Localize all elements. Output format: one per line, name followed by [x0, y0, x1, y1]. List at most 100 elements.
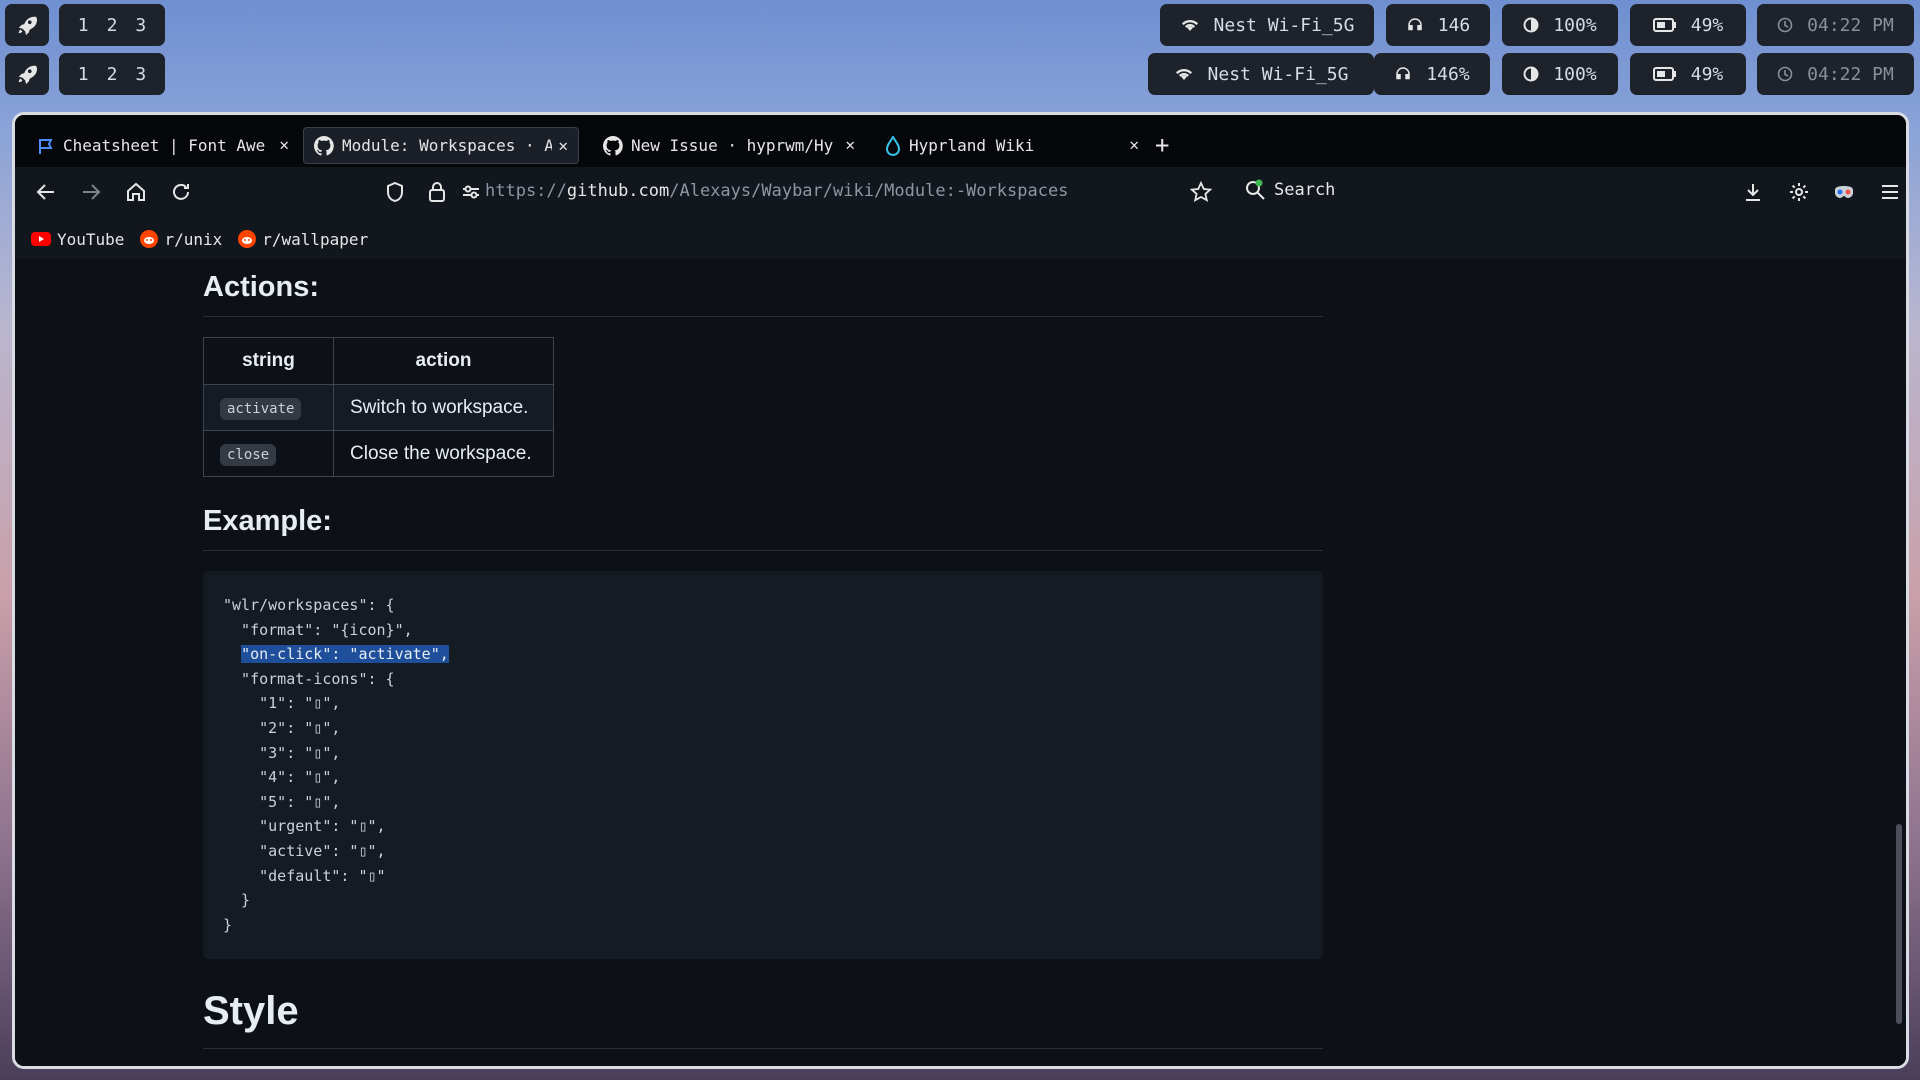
- code-line: "default": "▯": [223, 866, 386, 885]
- menu-icon[interactable]: [1879, 181, 1901, 203]
- brightness-module[interactable]: 100%: [1502, 53, 1618, 95]
- workspace-3[interactable]: 3: [135, 15, 146, 36]
- back-arrow-icon[interactable]: [35, 181, 57, 203]
- browser-window: Cheatsheet | Font Awe ✕ Module: Workspac…: [12, 112, 1909, 1069]
- page-content: Actions: string action activate Switch t…: [15, 259, 1906, 1066]
- workspace-2[interactable]: 2: [107, 15, 118, 36]
- bookmark-r-unix[interactable]: r/unix: [140, 230, 222, 249]
- launcher-button[interactable]: [5, 4, 49, 46]
- new-tab-button[interactable]: +: [1155, 133, 1169, 157]
- lock-icon[interactable]: [428, 181, 446, 203]
- extension-mask-icon[interactable]: [1833, 181, 1855, 203]
- column-header: action: [333, 337, 554, 385]
- url-bar[interactable]: https://github.com/Alexays/Waybar/wiki/M…: [485, 181, 1068, 201]
- volume-value: 146%: [1426, 63, 1470, 85]
- volume-module[interactable]: 146%: [1374, 53, 1490, 95]
- gear-icon[interactable]: [1788, 181, 1810, 203]
- search-label: Search: [1274, 180, 1336, 200]
- wifi-icon: [1175, 68, 1192, 80]
- bookmarks-bar: YouTube r/unix r/wallpaper: [15, 219, 1906, 259]
- wifi-module[interactable]: Nest Wi-Fi_5G: [1160, 4, 1374, 46]
- volume-module[interactable]: 146: [1386, 4, 1490, 46]
- bookmark-youtube[interactable]: YouTube: [31, 230, 124, 249]
- tab-title: New Issue · hyprwm/Hy: [631, 136, 834, 155]
- clock-icon: [1777, 66, 1793, 82]
- reddit-icon: [140, 230, 159, 248]
- code-line: "3": "▯",: [223, 743, 341, 762]
- code-line: "format-icons": {: [223, 669, 395, 688]
- bookmark-label: YouTube: [57, 229, 125, 249]
- brightness-value: 100%: [1553, 63, 1597, 85]
- battery-value: 49%: [1690, 14, 1724, 36]
- permissions-icon[interactable]: [461, 181, 481, 203]
- code-line: "active": "▯",: [223, 841, 386, 860]
- tab-cheatsheet[interactable]: Cheatsheet | Font Awe ✕: [27, 127, 299, 164]
- actions-table: string action activate Switch to workspa…: [203, 337, 554, 477]
- close-icon[interactable]: ✕: [279, 135, 289, 154]
- tab-title: Cheatsheet | Font Awe: [63, 136, 266, 155]
- inline-code: close: [220, 443, 277, 466]
- home-icon[interactable]: [125, 181, 147, 203]
- wifi-icon: [1181, 19, 1198, 31]
- bookmark-r-wallpaper[interactable]: r/wallpaper: [238, 230, 368, 249]
- waybar-bottom: 1 2 3 Nest Wi-Fi_5G 146% 100% 49% 04:22 …: [0, 53, 1920, 97]
- code-block[interactable]: "wlr/workspaces": { "format": "{icon}", …: [203, 571, 1323, 960]
- column-header: string: [203, 337, 334, 385]
- tab-module-workspaces[interactable]: Module: Workspaces · A ✕: [303, 127, 579, 164]
- flag-icon: [39, 138, 53, 154]
- clock-module[interactable]: 04:22 PM: [1757, 4, 1914, 46]
- workspace-3[interactable]: 3: [135, 64, 146, 85]
- search-button[interactable]: Search: [1244, 179, 1335, 201]
- close-icon[interactable]: ✕: [1129, 135, 1139, 154]
- reload-icon[interactable]: [170, 181, 192, 203]
- waybar-top: 1 2 3 Nest Wi-Fi_5G 146 100% 49% 04:22 P…: [0, 4, 1920, 48]
- launcher-button[interactable]: [5, 53, 49, 95]
- close-icon[interactable]: ✕: [558, 136, 568, 155]
- battery-module[interactable]: 49%: [1630, 4, 1746, 46]
- tab-new-issue[interactable]: New Issue · hyprwm/Hy ✕: [593, 127, 865, 164]
- clock-value: 04:22 PM: [1807, 63, 1894, 85]
- clock-module[interactable]: 04:22 PM: [1757, 53, 1914, 95]
- droplet-icon: [885, 135, 901, 156]
- nav-toolbar: https://github.com/Alexays/Waybar/wiki/M…: [15, 167, 1906, 219]
- battery-icon: [1652, 67, 1676, 81]
- selected-text: "on-click": "activate",: [241, 645, 449, 664]
- workspace-2[interactable]: 2: [107, 64, 118, 85]
- rocket-icon: [18, 65, 38, 85]
- headphones-icon: [1396, 67, 1411, 80]
- code-line: "2": "▯",: [223, 718, 341, 737]
- table-cell: Close the workspace.: [333, 430, 554, 477]
- tab-hyprland-wiki[interactable]: Hyprland Wiki ✕: [875, 127, 1149, 164]
- wifi-module[interactable]: Nest Wi-Fi_5G: [1148, 53, 1374, 95]
- close-icon[interactable]: ✕: [845, 135, 855, 154]
- rocket-icon: [18, 16, 38, 36]
- reddit-icon: [238, 230, 257, 248]
- youtube-icon: [31, 232, 51, 246]
- brightness-module[interactable]: 100%: [1502, 4, 1618, 46]
- forward-arrow-icon[interactable]: [80, 181, 102, 203]
- battery-icon: [1652, 18, 1676, 32]
- code-line: "5": "▯",: [223, 792, 341, 811]
- example-heading: Example:: [203, 505, 1323, 551]
- style-heading: Style: [203, 989, 1323, 1050]
- code-line: }: [223, 891, 251, 910]
- code-line: "wlr/workspaces": {: [223, 596, 395, 614]
- code-line: "1": "▯",: [223, 694, 341, 713]
- headphones-icon: [1407, 18, 1422, 31]
- github-icon: [314, 135, 334, 155]
- wifi-ssid: Nest Wi-Fi_5G: [1207, 63, 1349, 85]
- table-row: close Close the workspace.: [203, 430, 554, 477]
- clock-icon: [1777, 17, 1793, 33]
- search-icon: [1246, 179, 1265, 200]
- star-icon[interactable]: [1190, 181, 1212, 203]
- code-line-selected: "on-click": "activate",: [223, 642, 1303, 667]
- wifi-ssid: Nest Wi-Fi_5G: [1213, 14, 1355, 36]
- battery-value: 49%: [1690, 63, 1724, 85]
- workspace-1[interactable]: 1: [78, 15, 89, 36]
- workspace-1[interactable]: 1: [78, 64, 89, 85]
- download-icon[interactable]: [1742, 181, 1764, 203]
- battery-module[interactable]: 49%: [1630, 53, 1746, 95]
- page-scrollbar[interactable]: [1896, 824, 1902, 1024]
- shield-icon[interactable]: [385, 181, 405, 203]
- actions-heading: Actions:: [203, 271, 1323, 317]
